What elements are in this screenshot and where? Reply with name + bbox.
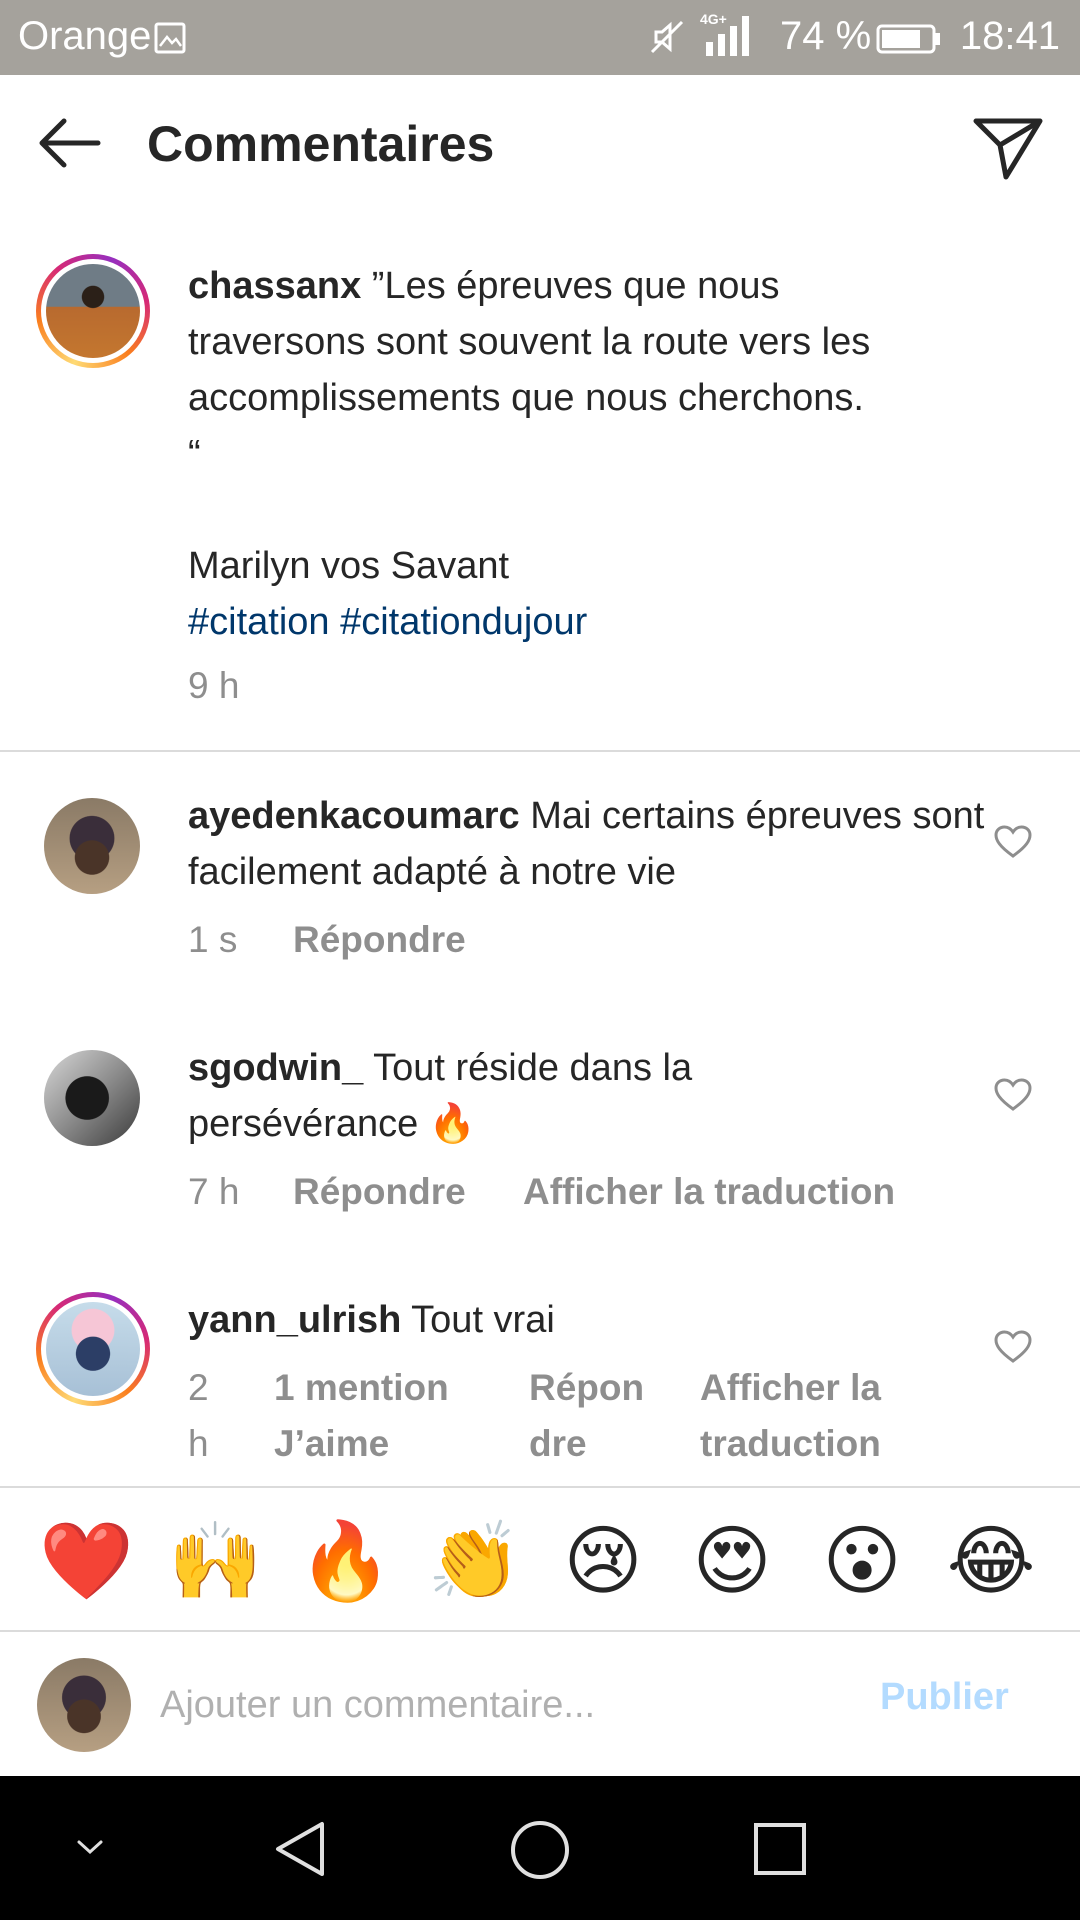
emoji-heart-button[interactable]: ❤️ [39,1516,134,1608]
clock: 18:41 [959,14,1060,58]
page-title: Commentaires [147,116,495,172]
mute-icon [650,20,684,54]
caption-timestamp: 9 h [188,665,240,706]
translate-button[interactable]: Afficher la traduction [700,1360,881,1472]
translate-line: traduction [700,1423,881,1464]
network-type: 4G+ [700,11,727,27]
system-navigation-bar [0,1776,1080,1920]
translate-line: Afficher la [700,1367,881,1408]
caption-line: accomplissements que nous cherchons. [188,377,864,419]
caption-line: Marilyn vos Savant [188,545,510,587]
emoji-laughing-button[interactable]: 😂 [945,1516,1037,1608]
caption-line: “ [188,433,201,475]
status-bar: Orange 4G+ 74 % 18:41 [0,0,1080,75]
reply-button[interactable]: Répon dre [529,1360,644,1472]
arrow-left-icon[interactable] [34,115,104,171]
comment-body: Tout vrai [411,1299,555,1341]
caption-line: traversons sont souvent la route vers le… [188,321,871,363]
comment-text: ayedenkacoumarc Mai certains épreuves so… [188,788,988,900]
avatar-chassanx[interactable] [36,254,150,368]
reply-button[interactable]: Répondre [293,1164,466,1220]
translate-button[interactable]: Afficher la traduction [523,1164,895,1220]
chevron-down-icon[interactable] [76,1838,104,1858]
emoji-quick-reactions: ❤️ 🙌 🔥 👏 😢 😍 😮 😂 [0,1488,1080,1630]
emoji-heart-eyes-button[interactable]: 😍 [686,1516,778,1608]
heart-icon[interactable] [994,1078,1032,1112]
avatar-yann-ulrish[interactable] [36,1292,150,1406]
paper-plane-icon[interactable] [972,115,1044,181]
comment-timestamp: 1 s [188,919,238,960]
emoji-sad-button[interactable]: 😢 [557,1516,649,1608]
recent-apps-square-icon[interactable] [753,1822,807,1876]
divider [0,750,1080,752]
avatar-image [46,1302,140,1396]
heart-icon[interactable] [994,1330,1032,1364]
signal-icon: 4G+ [700,11,749,56]
avatar-sgodwin[interactable] [44,1050,140,1146]
comment-username[interactable]: yann_ulrish [188,1299,401,1341]
header: Commentaires [0,75,1080,220]
home-circle-icon[interactable] [510,1820,570,1880]
comment-username[interactable]: sgodwin_ [188,1047,363,1089]
emoji-clap-button[interactable]: 👏 [427,1516,522,1608]
comment-composer: Publier [0,1632,1080,1776]
avatar-image [46,264,140,358]
emoji-fire-button[interactable]: 🔥 [298,1516,393,1608]
publish-button[interactable]: Publier [880,1676,1009,1719]
comment-input[interactable] [160,1668,860,1742]
current-user-avatar [37,1658,131,1752]
hashtag-link[interactable]: #citationdujour [340,601,587,643]
back-triangle-icon[interactable] [272,1820,328,1878]
reply-line: dre [529,1423,587,1464]
emoji-raised-hands-button[interactable]: 🙌 [168,1516,263,1608]
likes-count-button[interactable]: 1 mention J’aime [274,1360,449,1472]
reply-button[interactable]: Répondre [293,912,466,968]
hashtag-link[interactable]: #citation [188,601,330,643]
timestamp-line: h [188,1423,209,1464]
comment-username[interactable]: ayedenkacoumarc [188,795,520,837]
reply-line: Répon [529,1367,645,1408]
carrier-name: Orange [18,14,152,58]
likes-line: 1 mention [274,1367,449,1408]
caption-text: chassanx ”Les épreuves que nous traverso… [188,258,978,650]
comment-timestamp: 2 h [188,1360,209,1472]
comment-timestamp: 7 h [188,1171,240,1212]
battery-percentage: 74 % [780,14,872,58]
likes-line: J’aime [274,1423,390,1464]
caption-line: ”Les épreuves que nous [371,265,780,307]
comment-text: sgodwin_ Tout réside dans la persévéranc… [188,1040,748,1152]
comment-text: yann_ulrish Tout vrai [188,1292,988,1348]
timestamp-line: 2 [188,1367,209,1408]
caption-username[interactable]: chassanx [188,265,361,307]
avatar-ayedenkacoumarc[interactable] [44,798,140,894]
battery-icon [876,24,940,54]
emoji-surprised-button[interactable]: 😮 [816,1516,908,1608]
heart-icon[interactable] [994,825,1032,859]
gallery-icon [154,22,186,54]
